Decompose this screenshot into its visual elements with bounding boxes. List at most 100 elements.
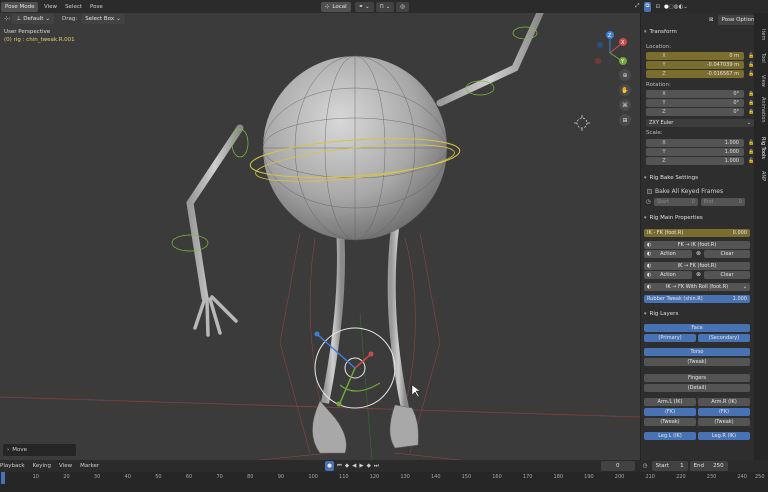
rig-layers-header[interactable]: ▾ Rig Layers xyxy=(644,311,752,317)
current-frame-field[interactable]: 0 xyxy=(600,461,635,471)
play-reverse-icon[interactable]: ◀ xyxy=(352,463,356,469)
ik-fk-slider[interactable]: IK - FK (foot.R) 0.000 xyxy=(644,229,750,237)
timeline-menu-view[interactable]: View xyxy=(55,463,76,469)
close-icon[interactable]: ⊗ xyxy=(696,271,701,278)
timeline-tick: 230 xyxy=(706,474,717,480)
jump-end-icon[interactable]: ⏭ xyxy=(374,463,379,470)
scale-x-field[interactable]: X 1.000 xyxy=(646,139,744,147)
jump-start-icon[interactable]: ⏮ xyxy=(337,463,342,470)
location-z-field[interactable]: Z -0.016567 m xyxy=(646,70,744,78)
location-x-field[interactable]: X0 m xyxy=(646,52,744,60)
deform-bones xyxy=(259,232,461,460)
layer-arm-l-tweak[interactable]: (Tweak) xyxy=(644,418,696,426)
shading-dropdown-icon[interactable]: ⌄ xyxy=(683,4,688,10)
viewport-scene[interactable]: X Z Y xyxy=(0,13,640,460)
3d-viewport[interactable]: X Z Y ⊕ ✋ ⌘ ⊞ › Move xyxy=(0,13,640,460)
record-button[interactable]: ● xyxy=(325,461,334,471)
layer-arm-r-ik[interactable]: Arm.R (IK) xyxy=(698,398,750,406)
tab-animation[interactable]: Animation xyxy=(756,97,766,123)
proportional-toggle[interactable]: ◎ xyxy=(396,1,410,12)
pivot-selector[interactable]: ⚭ ⌄ xyxy=(354,1,374,12)
timeline-menu-marker[interactable]: Marker xyxy=(76,463,103,469)
fk-to-ik-button[interactable]: ◐ FK → IK (foot.R) xyxy=(644,241,750,249)
close-icon[interactable]: ⊗ xyxy=(696,250,701,257)
action-button[interactable]: ◐ Action xyxy=(644,271,692,279)
close-icon[interactable]: ⊠ xyxy=(709,17,714,23)
layer-secondary[interactable]: (Secondary) xyxy=(698,334,750,342)
layer-fingers-detail[interactable]: (Detail) xyxy=(644,384,750,392)
pose-options-button[interactable]: Pose Options xyxy=(717,15,754,25)
pan-button[interactable]: ✋ xyxy=(619,84,631,96)
layer-fingers[interactable]: Fingers xyxy=(644,374,750,382)
menu-select[interactable]: Select xyxy=(61,4,86,10)
chevron-down-icon: ⌄ xyxy=(116,16,121,22)
timeline-tick: 80 xyxy=(247,474,254,480)
ik-to-fk-button[interactable]: ◐ IK → FK (foot.R) xyxy=(644,262,750,270)
play-icon[interactable]: ▶ xyxy=(359,463,363,469)
main-props-header[interactable]: ▾ Rig Main Properties xyxy=(644,215,752,221)
layer-arm-r-fk[interactable]: (FK) xyxy=(698,408,750,416)
layer-arm-r-tweak[interactable]: (Tweak) xyxy=(698,418,750,426)
timeline-ruler[interactable]: 0102030405060708090100110120130140150160… xyxy=(0,472,768,492)
action-button[interactable]: ◐ Action xyxy=(644,250,692,258)
layer-face[interactable]: Face xyxy=(644,324,750,332)
xray-icon[interactable]: ⊡ xyxy=(655,4,660,10)
end-frame-field[interactable]: End 250 xyxy=(689,461,728,471)
layer-torso-tweak[interactable]: (Tweak) xyxy=(644,358,750,366)
mode-selector[interactable]: Pose Mode xyxy=(1,1,39,12)
ik-fk-roll-button[interactable]: ◐ IK → FK With Roll (foot.R) ⌄ xyxy=(644,283,750,291)
hand-left xyxy=(193,295,238,337)
clear-button[interactable]: Clear xyxy=(704,250,750,258)
rotation-mode-dropdown[interactable]: ZXY Euler ⌄ xyxy=(646,119,754,127)
bake-start-field[interactable]: Start 0 xyxy=(653,198,698,206)
layer-arm-l-fk[interactable]: (FK) xyxy=(644,408,696,416)
tab-item[interactable]: Item xyxy=(756,29,766,40)
rotation-z-field[interactable]: Z 0° xyxy=(646,108,744,116)
layer-leg-l-ik[interactable]: Leg.L (IK) xyxy=(644,432,696,440)
rotation-x-field[interactable]: X 0° xyxy=(646,90,744,98)
gizmo-toggle-icon[interactable]: ⤢ xyxy=(635,3,639,10)
prev-keyframe-icon[interactable]: ◆ xyxy=(345,463,349,469)
next-keyframe-icon[interactable]: ◆ xyxy=(367,463,371,469)
timeline-menu-playback[interactable]: Playback xyxy=(0,463,29,469)
tab-anp[interactable]: ANP xyxy=(756,171,766,181)
layer-arm-l-ik[interactable]: Arm.L (IK) xyxy=(644,398,696,406)
timeline-tick: 170 xyxy=(522,474,533,480)
timeline-tick: 30 xyxy=(93,474,101,480)
clear-button[interactable]: Clear xyxy=(704,271,750,279)
rotation-y-field[interactable]: Y 0° xyxy=(646,99,744,107)
rubber-tweak-slider[interactable]: Rubber Tweak (shin.R) 1.000 xyxy=(644,295,750,303)
playhead[interactable] xyxy=(1,472,5,484)
layer-torso[interactable]: Torso xyxy=(644,348,750,356)
scale-y-field[interactable]: Y 1.000 xyxy=(646,148,744,156)
timeline-menu-keying[interactable]: Keying xyxy=(29,463,55,469)
sidebar-panel[interactable]: ⊠ Pose Options ▾ Transform Location: X0 m… xyxy=(640,13,754,460)
orientation-selector[interactable]: ⊹ Local xyxy=(320,1,351,12)
transform-orientation-dropdown[interactable]: ⊥ Default ⌄ xyxy=(12,14,54,24)
drag-dropdown[interactable]: Select Box ⌄ xyxy=(81,14,125,24)
bake-all-checkbox[interactable]: Bake All Keyed Frames xyxy=(647,188,723,195)
zoom-button[interactable]: ⊕ xyxy=(619,69,631,81)
drag-label: Drag: xyxy=(61,16,78,22)
menu-pose[interactable]: Pose xyxy=(86,4,107,10)
tab-view[interactable]: View xyxy=(756,75,766,87)
snap-toggle[interactable]: ⊓ ⌄ xyxy=(375,1,395,12)
menu-view[interactable]: View xyxy=(40,4,61,10)
tab-tool[interactable]: Tool xyxy=(756,53,766,63)
timeline-tick: 40 xyxy=(124,474,131,480)
bake-header[interactable]: ▾ Rig Bake Settings xyxy=(644,175,752,181)
chevron-down-icon: ⌄ xyxy=(746,120,751,126)
scale-z-field[interactable]: Z 1.000 xyxy=(646,157,744,165)
location-y-field[interactable]: Y -0.047039 m xyxy=(646,61,744,69)
perspective-button[interactable]: ⊞ xyxy=(619,114,631,126)
layer-leg-r-ik[interactable]: Leg.R (IK) xyxy=(698,432,750,440)
transform-header[interactable]: ▾ Transform xyxy=(644,29,752,35)
last-operator-panel[interactable]: › Move xyxy=(3,444,76,456)
bake-end-field[interactable]: End 0 xyxy=(700,198,745,206)
layer-primary[interactable]: (Primary) xyxy=(644,334,696,342)
timeline-tick: 200 xyxy=(614,474,625,480)
tab-rig-tools[interactable]: Rig Tools xyxy=(756,137,766,159)
start-frame-field[interactable]: Start 1 xyxy=(651,461,688,471)
camera-button[interactable]: ⌘ xyxy=(619,99,631,111)
overlay-toggle[interactable]: ⧉ xyxy=(643,1,652,12)
